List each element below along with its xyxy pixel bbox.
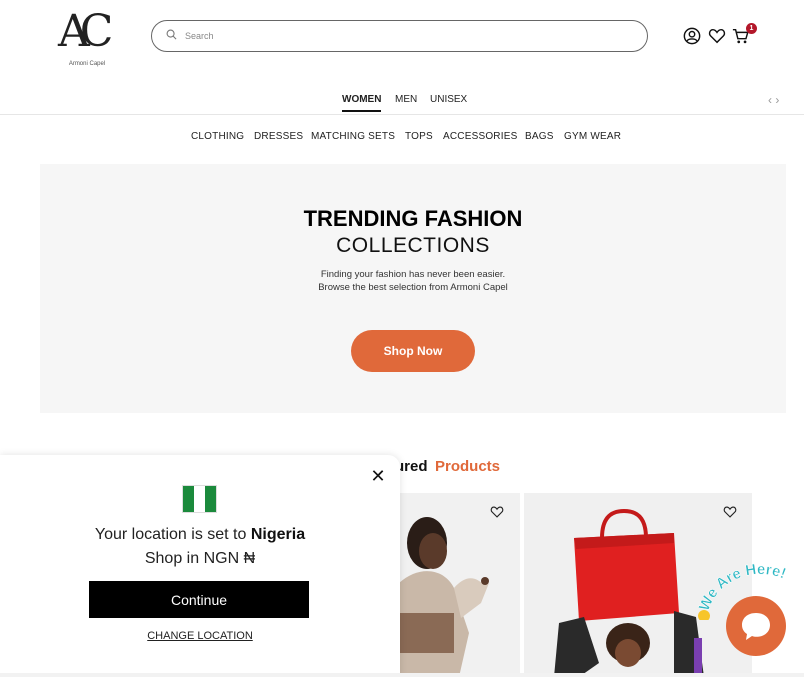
chat-bubble-icon (742, 613, 770, 640)
change-location-link[interactable]: CHANGE LOCATION (0, 630, 400, 642)
bottom-divider (0, 673, 804, 677)
hero-description: Finding your fashion has never been easi… (318, 269, 508, 293)
location-currency: Shop in NGN ₦ (144, 550, 256, 567)
featured-title-accent: Products (435, 458, 501, 475)
location-message: Your location is set to Nigeria (0, 526, 400, 544)
tabs-scroll-arrows[interactable]: ‹ › (768, 93, 779, 107)
account-icon[interactable] (681, 25, 703, 47)
nigeria-flag-icon (182, 485, 217, 513)
product-card[interactable] (399, 493, 520, 677)
category-gym-wear[interactable]: GYM WEAR (564, 131, 621, 142)
category-clothing[interactable]: CLOTHING (191, 131, 244, 142)
tab-women[interactable]: WOMEN (342, 94, 382, 112)
logo-brand-name: Armoni Capel (68, 61, 106, 67)
category-accessories[interactable]: ACCESSORIES (443, 131, 517, 142)
tab-unisex[interactable]: UNISEX (430, 94, 467, 110)
chat-button[interactable] (726, 596, 786, 656)
location-prefix: Your location is set to (94, 526, 247, 543)
wishlist-heart-icon[interactable] (490, 505, 508, 523)
brand-logo[interactable]: AC Armoni Capel (58, 6, 116, 68)
wishlist-heart-icon[interactable] (723, 505, 741, 523)
search-input[interactable] (185, 31, 625, 41)
shop-now-button[interactable]: Shop Now (351, 330, 475, 372)
wishlist-heart-icon[interactable] (706, 25, 728, 47)
category-bags[interactable]: BAGS (525, 131, 554, 142)
close-icon[interactable]: ✕ (369, 467, 387, 485)
hero-subtitle: COLLECTIONS (336, 234, 490, 257)
hero-banner: TRENDING FASHION COLLECTIONS Finding you… (40, 164, 786, 413)
gender-tabs: WOMEN MEN UNISEX ‹ › (0, 88, 804, 115)
location-modal: ✕ Your location is set to Nigeria Shop i… (0, 455, 400, 677)
chevron-left-icon[interactable]: ‹ (768, 93, 772, 107)
search-icon (166, 27, 177, 45)
category-matching-sets[interactable]: MATCHING SETS (311, 131, 395, 142)
continue-button[interactable]: Continue (89, 581, 309, 618)
hero-title: TRENDING FASHION (303, 206, 523, 231)
category-dresses[interactable]: DRESSES (254, 131, 303, 142)
cart-count-badge: 1 (746, 23, 757, 34)
page: AC Armoni Capel 1 WOMEN MEN UNISEX ‹ › C… (0, 0, 804, 677)
chevron-right-icon[interactable]: › (775, 93, 779, 107)
tab-men[interactable]: MEN (395, 94, 417, 110)
search-bar[interactable] (151, 20, 648, 52)
logo-monogram: AC (58, 6, 113, 57)
location-country: Nigeria (250, 526, 306, 543)
category-tops[interactable]: TOPS (405, 131, 433, 142)
